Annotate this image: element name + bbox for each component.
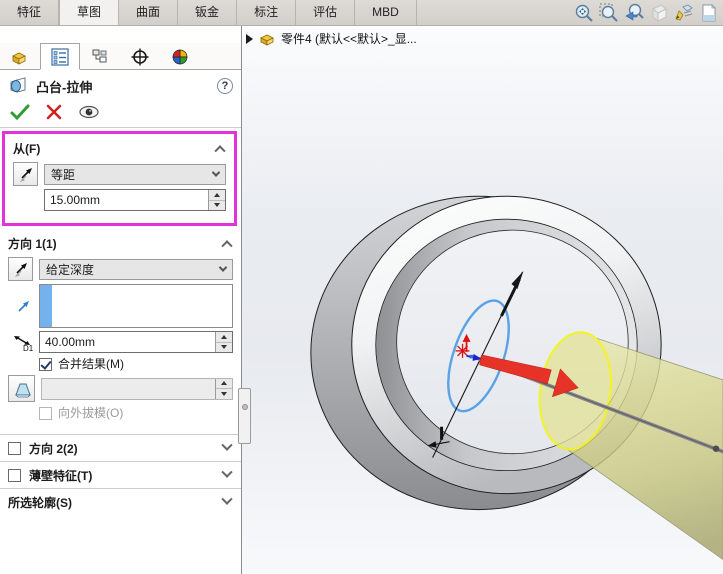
tab-annotation[interactable]: 标注	[237, 0, 297, 25]
collapse-chevron-icon[interactable]	[221, 240, 233, 252]
draft-spinner	[215, 378, 232, 399]
part-icon	[260, 34, 274, 46]
expand-chevron-icon[interactable]	[221, 466, 233, 478]
collapse-chevron-icon[interactable]	[214, 145, 226, 157]
depth-d1-icon: D1	[13, 336, 34, 352]
expand-chevron-icon[interactable]	[221, 439, 233, 451]
dropdown-chevron-icon	[211, 168, 221, 177]
direction1-group-label[interactable]: 方向 1(1)	[8, 235, 223, 252]
zoom-fit-icon[interactable]	[573, 2, 595, 24]
draft-outward-checkbox	[39, 406, 52, 420]
displaymanager-tab[interactable]	[160, 43, 200, 70]
3d-scene	[242, 26, 723, 574]
view-settings-icon[interactable]	[673, 2, 695, 24]
tab-surfaces[interactable]: 曲面	[119, 0, 179, 25]
confirm-toolbar	[0, 100, 241, 127]
direction2-checkbox[interactable]	[8, 441, 21, 455]
active-selection-strip	[40, 285, 52, 327]
preview-eye-icon[interactable]	[78, 104, 100, 120]
boss-extrude-icon	[10, 77, 26, 93]
splitter-dot	[242, 404, 248, 410]
property-manager-panel: 凸台-拉伸 ? 从(F) 等距 15.00mm 方向 1(1) 给定深度 D1 …	[0, 26, 242, 574]
end-condition-value: 给定深度	[46, 262, 95, 277]
tree-expand-icon[interactable]	[246, 33, 253, 44]
tab-features[interactable]: 特征	[0, 0, 60, 25]
zoom-area-icon[interactable]	[598, 2, 620, 24]
direction1-group: 方向 1(1) 给定深度 D1 40.00mm 合并结果(M) 向外拔模(O)	[0, 230, 241, 428]
direction-selection-box[interactable]	[39, 284, 233, 328]
offset-distance-input[interactable]: 15.00mm	[44, 189, 226, 211]
heads-up-toolbar	[573, 2, 720, 25]
from-condition-dropdown[interactable]: 等距	[44, 163, 226, 185]
help-icon[interactable]: ?	[217, 78, 233, 94]
reverse-offset-button[interactable]	[13, 162, 38, 186]
reverse-direction-button[interactable]	[8, 257, 33, 281]
feature-title: 凸台-拉伸	[36, 79, 93, 95]
thin-feature-checkbox[interactable]	[8, 468, 21, 482]
from-condition-value: 等距	[51, 167, 76, 182]
depth-input[interactable]: 40.00mm	[39, 331, 233, 353]
highlight-box: 从(F) 等距 15.00mm	[2, 131, 237, 226]
from-group: 从(F) 等距 15.00mm	[5, 135, 234, 218]
part-name[interactable]: 零件4 (默认<<默认>_显...	[281, 30, 417, 47]
dimxpertmanager-tab[interactable]	[120, 43, 160, 70]
tab-sheet-metal[interactable]: 钣金	[178, 0, 238, 25]
feature-header: 凸台-拉伸 ?	[0, 70, 241, 100]
thin-feature-group-header: 薄壁特征(T)	[0, 462, 241, 488]
svg-text:D1: D1	[23, 344, 34, 352]
graphics-viewport[interactable]: 零件4 (默认<<默认>_显...	[242, 26, 723, 574]
command-tab-bar: 特征 草图 曲面 钣金 标注 评估 MBD	[0, 0, 723, 26]
solidworks-window: 特征 草图 曲面 钣金 标注 评估 MBD 凸台-拉伸 ? 从(F) 等距 15…	[0, 0, 723, 574]
depth-value: 40.00mm	[45, 335, 96, 349]
thin-feature-group-label[interactable]: 薄壁特征(T)	[29, 467, 223, 484]
tab-mbd[interactable]: MBD	[355, 0, 417, 25]
selected-contours-group-header: 所选轮廓(S)	[0, 489, 241, 515]
selected-contours-group-label[interactable]: 所选轮廓(S)	[8, 494, 223, 511]
direction-arrow-icon	[17, 301, 29, 312]
offset-distance-value: 15.00mm	[50, 193, 101, 207]
merge-result-checkbox[interactable]	[39, 357, 52, 371]
end-condition-dropdown[interactable]: 给定深度	[39, 258, 233, 280]
expand-chevron-icon[interactable]	[221, 493, 233, 505]
draft-outward-label: 向外拔模(O)	[58, 406, 124, 420]
ok-icon[interactable]	[10, 103, 30, 121]
section-view-icon[interactable]	[648, 2, 670, 24]
depth-spinner[interactable]	[215, 332, 232, 352]
cancel-icon[interactable]	[46, 104, 62, 120]
featuremanager-tab[interactable]	[0, 43, 40, 70]
draft-button[interactable]	[8, 375, 35, 402]
manager-tab-strip	[0, 43, 241, 70]
from-group-label[interactable]: 从(F)	[13, 140, 216, 157]
merge-result-label[interactable]: 合并结果(M)	[58, 356, 124, 372]
edit-appearance-icon[interactable]	[698, 2, 720, 24]
dropdown-chevron-icon	[218, 263, 228, 272]
draft-angle-input	[41, 377, 233, 400]
direction2-group-label[interactable]: 方向 2(2)	[29, 440, 223, 457]
draft-angle-value	[42, 379, 215, 399]
feature-tree-overlay: 零件4 (默认<<默认>_显...	[246, 30, 417, 47]
panel-splitter-handle[interactable]	[238, 388, 251, 444]
configurationmanager-tab[interactable]	[80, 43, 120, 70]
direction2-group-header: 方向 2(2)	[0, 435, 241, 461]
propertymanager-tab[interactable]	[40, 43, 80, 70]
offset-spinner[interactable]	[208, 190, 225, 210]
tab-evaluate[interactable]: 评估	[296, 0, 356, 25]
tab-sketch[interactable]: 草图	[59, 0, 120, 25]
previous-view-icon[interactable]	[623, 2, 645, 24]
